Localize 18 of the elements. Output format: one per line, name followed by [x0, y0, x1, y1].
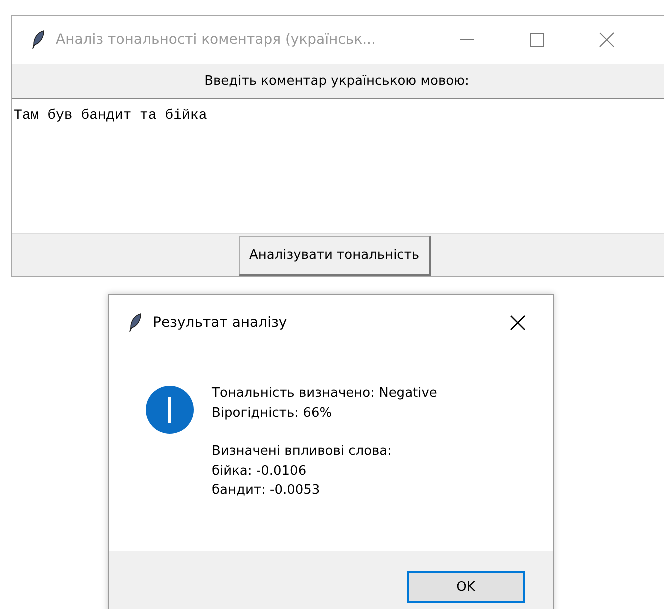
maximize-icon [530, 33, 544, 47]
feather-icon [129, 313, 143, 333]
close-icon [510, 315, 526, 331]
ok-button[interactable]: OK [407, 571, 525, 603]
prompt-label: Введіть коментар українською мовою: [204, 74, 470, 88]
message-text: бандит: -0.0053 [212, 482, 322, 500]
close-icon [599, 32, 615, 48]
message-text: Визначені впливові слова: [212, 443, 394, 461]
comment-input-field[interactable]: Там був бандит та бійка [12, 98, 664, 234]
message-text: Вірогідність: 66% [212, 404, 334, 422]
analyze-button[interactable]: Аналізувати тональність [239, 236, 431, 276]
feather-icon [32, 30, 46, 50]
minimize-icon [460, 39, 474, 41]
message-text: Тональність визначено: Negative [212, 385, 438, 403]
window-title: Аналіз тональності коментаря (українськ... [56, 32, 376, 48]
info-icon [146, 386, 194, 434]
message-text: бійка: -0.0106 [212, 462, 308, 480]
dialog-title: Результат аналізу [153, 315, 288, 331]
